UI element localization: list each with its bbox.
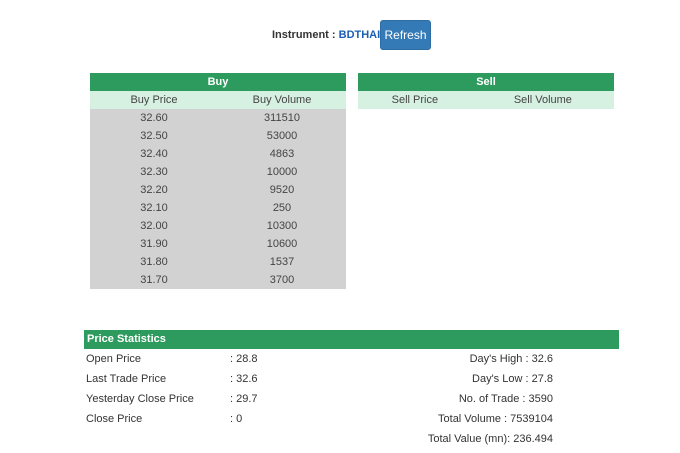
stat-row: Total Value (mn): 236.494 xyxy=(84,429,619,449)
buy-volume-cell: 10000 xyxy=(218,163,346,181)
buy-price-cell: 32.40 xyxy=(90,145,218,163)
buy-row: 32.40 4863 xyxy=(90,145,346,163)
instrument-label: Instrument : BDTHAI xyxy=(272,29,381,41)
buy-volume-cell: 53000 xyxy=(218,127,346,145)
buy-row: 32.00 10300 xyxy=(90,217,346,235)
buy-price-cell: 32.00 xyxy=(90,217,218,235)
stat-value: : 32.6 xyxy=(230,373,258,385)
stat-value: : 29.7 xyxy=(230,393,258,405)
sell-price-header: Sell Price xyxy=(358,91,472,109)
buy-price-cell: 31.80 xyxy=(90,253,218,271)
stat-value: : 28.8 xyxy=(230,353,258,365)
buy-volume-header: Buy Volume xyxy=(218,91,346,109)
stat-row: Yesterday Close Price : 29.7 No. of Trade … xyxy=(84,389,619,409)
buy-row: 31.70 3700 xyxy=(90,271,346,289)
price-statistics-title: Price Statistics xyxy=(84,330,619,349)
buy-volume-cell: 9520 xyxy=(218,181,346,199)
buy-volume-cell: 10300 xyxy=(218,217,346,235)
stat-summary: Day's Low : 27.8 xyxy=(472,373,553,385)
stat-row: Open Price : 28.8 Day's High : 32.6 xyxy=(84,349,619,369)
buy-price-cell: 31.90 xyxy=(90,235,218,253)
buy-row: 32.50 53000 xyxy=(90,127,346,145)
buy-price-header: Buy Price xyxy=(90,91,218,109)
stat-summary: Total Volume : 7539104 xyxy=(438,413,553,425)
stat-label: Open Price xyxy=(86,353,142,365)
stat-label: Close Price xyxy=(86,413,143,425)
buy-volume-cell: 250 xyxy=(218,199,346,217)
stat-summary: No. of Trade : 3590 xyxy=(458,393,553,405)
stat-label: Yesterday Close Price xyxy=(86,393,194,405)
buy-price-cell: 32.30 xyxy=(90,163,218,181)
buy-volume-cell: 3700 xyxy=(218,271,346,289)
buy-volume-cell: 4863 xyxy=(218,145,346,163)
stat-label: Last Trade Price xyxy=(86,373,167,385)
instrument-header: Instrument : BDTHAI Refresh xyxy=(0,20,680,52)
sell-title: Sell xyxy=(358,73,614,91)
buy-price-cell: 32.20 xyxy=(90,181,218,199)
buy-row: 31.90 10600 xyxy=(90,235,346,253)
buy-price-cell: 31.70 xyxy=(90,271,218,289)
buy-row: 32.20 9520 xyxy=(90,181,346,199)
stat-value: : 0 xyxy=(230,413,243,425)
buy-volume-cell: 311510 xyxy=(218,109,346,127)
price-statistics: Price Statistics Open Price : 28.8 Day's H… xyxy=(84,330,619,449)
stat-row: Close Price : 0 Total Volume : 7539104 xyxy=(84,409,619,429)
sell-volume-header: Sell Volume xyxy=(471,91,614,109)
buy-row: 32.60 311510 xyxy=(90,109,346,127)
buy-price-cell: 32.60 xyxy=(90,109,218,127)
refresh-button[interactable]: Refresh xyxy=(380,20,431,50)
buy-title: Buy xyxy=(90,73,346,91)
buy-price-cell: 32.50 xyxy=(90,127,218,145)
buy-row: 31.80 1537 xyxy=(90,253,346,271)
buy-volume-cell: 10600 xyxy=(218,235,346,253)
buy-price-cell: 32.10 xyxy=(90,199,218,217)
buy-row: 32.30 10000 xyxy=(90,163,346,181)
instrument-code: BDTHAI xyxy=(338,29,381,41)
buy-volume-cell: 1537 xyxy=(218,253,346,271)
stat-row: Last Trade Price : 32.6 Day's Low : 27.8 xyxy=(84,369,619,389)
stat-summary: Day's High : 32.6 xyxy=(469,353,553,365)
sell-order-table: Sell Sell Price Sell Volume xyxy=(358,73,614,109)
buy-order-table: Buy Buy Price Buy Volume 32.60 311510 32.5… xyxy=(90,73,346,289)
stat-summary: Total Value (mn): 236.494 xyxy=(427,433,553,445)
buy-row: 32.10 250 xyxy=(90,199,346,217)
